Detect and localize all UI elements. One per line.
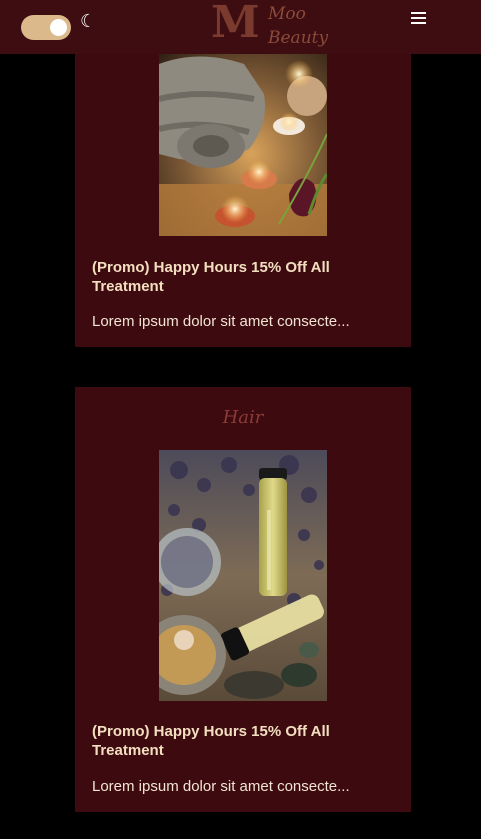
dark-mode-toggle[interactable] [21,15,71,40]
post-category[interactable]: Hair [75,407,411,428]
post-image-oil-rollers-lavender[interactable] [159,450,327,701]
moon-icon: ☾ [80,11,97,32]
brand-line-1: Moo [268,4,306,24]
post-title[interactable]: (Promo) Happy Hours 15% Off All Treatmen… [92,722,392,760]
brand-logo-initial[interactable]: M [211,0,260,47]
toggle-knob [50,19,67,36]
site-header: ☾ M Moo Beauty [0,0,481,54]
post-excerpt: Lorem ipsum dolor sit amet consecte... [92,778,350,795]
post-image-spa-towel-candles[interactable] [159,54,327,236]
post-title[interactable]: (Promo) Happy Hours 15% Off All Treatmen… [92,258,392,296]
brand-line-2: Beauty [268,28,329,48]
post-card[interactable]: Hair (Promo) Happy Hours 15% Off All Tre… [75,387,411,812]
post-excerpt: Lorem ipsum dolor sit amet consecte... [92,313,350,330]
brand-logo-text[interactable]: Moo Beauty [268,2,328,50]
hamburger-menu-icon[interactable] [411,10,429,26]
